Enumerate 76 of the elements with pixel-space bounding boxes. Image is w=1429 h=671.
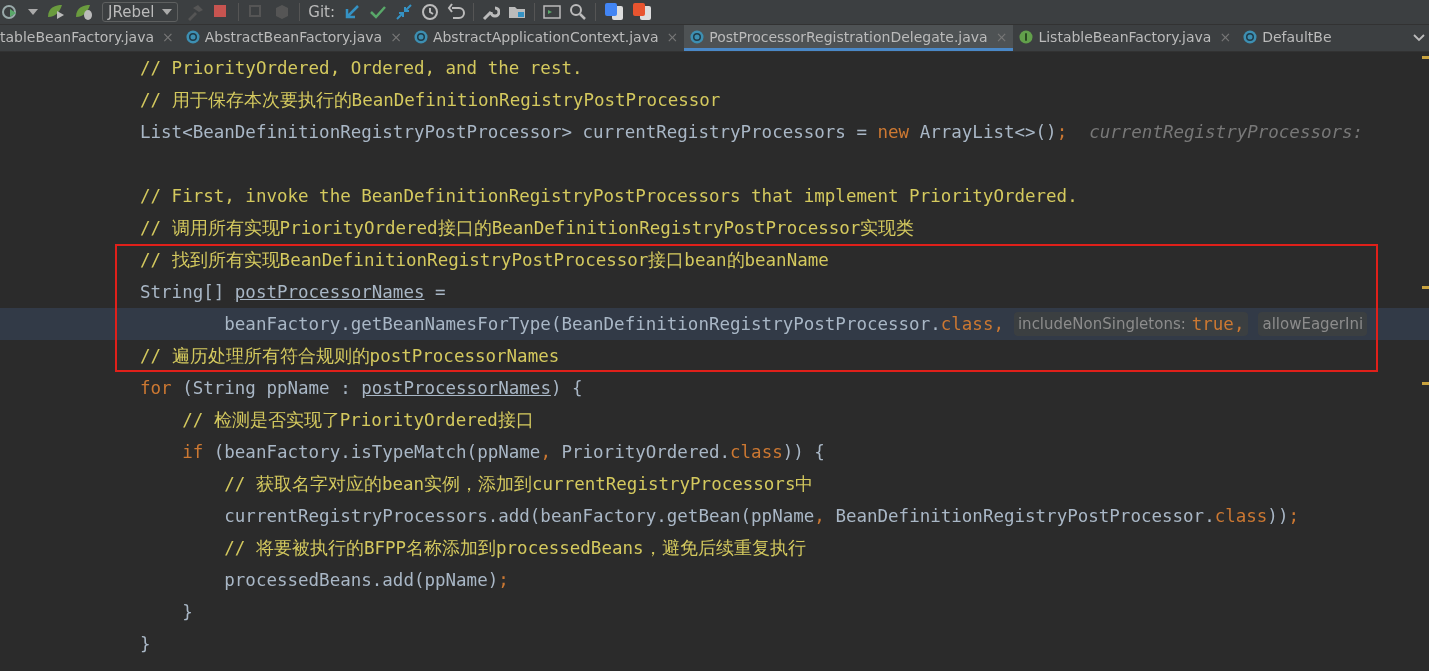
profile-dropdown[interactable]: JRebel xyxy=(102,2,179,22)
translate-icon[interactable] xyxy=(632,2,653,22)
code-keyword: if xyxy=(182,441,204,464)
code-text: beanFactory.getBeanNamesForType(BeanDefinitionRegistryPostProcessor. xyxy=(224,313,941,336)
error-stripe-mark xyxy=(1422,382,1429,385)
editor-tab[interactable]: ListableBeanFactory.java × xyxy=(1013,25,1238,51)
type-hint: currentRegistryProcessors: xyxy=(1089,121,1364,144)
update-arrow-icon[interactable] xyxy=(343,3,362,21)
code-keyword: , xyxy=(540,441,551,464)
tab-label: DefaultBe xyxy=(1262,28,1332,45)
editor-tab[interactable]: AbstractBeanFactory.java × xyxy=(179,25,408,51)
code-text: } xyxy=(182,601,193,624)
code-text: processedBeans.add(ppName) xyxy=(224,569,499,592)
code-keyword: for xyxy=(140,377,172,400)
code-keyword: , xyxy=(814,505,825,528)
editor-tab[interactable]: AbstractApplicationContext.java × xyxy=(407,25,685,51)
code-comment: // 用于保存本次要执行的BeanDefinitionRegistryPostProcessor xyxy=(140,89,721,112)
leaf-debug-icon[interactable] xyxy=(74,3,94,21)
search-icon[interactable] xyxy=(569,3,588,21)
code-text: (String ppName : xyxy=(181,377,352,400)
class-icon xyxy=(413,29,428,44)
error-stripe-mark xyxy=(1422,286,1429,289)
code-keyword: class xyxy=(1214,505,1268,528)
git-label: Git: xyxy=(308,3,336,21)
class-icon xyxy=(690,29,705,44)
code-text: )) xyxy=(1267,505,1289,528)
parameter-hint: allowEagerIni xyxy=(1258,312,1368,336)
class-icon xyxy=(1243,29,1258,44)
tab-label: tableBeanFactory.java xyxy=(0,28,155,45)
code-comment: // 获取名字对应的bean实例，添加到currentRegistryProcessors中 xyxy=(224,473,814,496)
code-keyword: ; xyxy=(498,569,509,592)
editor-tab[interactable]: tableBeanFactory.java × xyxy=(0,25,180,51)
tab-label: AbstractApplicationContext.java xyxy=(432,28,659,45)
code-text: PriorityOrdered. xyxy=(560,441,731,464)
code-keyword: ; xyxy=(1056,121,1068,144)
code-text: List<BeanDefinitionRegistryPostProcessor> currentRegistryProcessors = xyxy=(140,121,868,144)
translate-icon[interactable] xyxy=(604,2,625,22)
field-reference: postProcessorNames xyxy=(361,377,551,400)
code-comment: // PriorityOrdered, Ordered, and the rest. xyxy=(140,57,583,80)
tab-label: ListableBeanFactory.java xyxy=(1038,28,1212,45)
code-text: BeanDefinitionRegistryPostProcessor. xyxy=(834,505,1215,528)
code-text: ArrayList<>() xyxy=(918,121,1057,144)
merge-arrows-icon[interactable] xyxy=(395,3,414,21)
caret-icon xyxy=(162,9,173,15)
tab-label: AbstractBeanFactory.java xyxy=(204,28,383,45)
leaf-run-icon[interactable] xyxy=(46,3,66,21)
code-text: = xyxy=(434,281,446,304)
code-comment: // First, invoke the BeanDefinitionRegistryPostProcessors that implement PriorityOrdered. xyxy=(140,185,1078,208)
code-comment: // 调用所有实现PriorityOrdered接口的BeanDefinitionRegistryPostProcessor实现类 xyxy=(140,217,915,240)
tab-label: PostProcessorRegistrationDelegate.java xyxy=(709,28,988,45)
code-comment: // 遍历处理所有符合规则的postProcessorNames xyxy=(140,345,560,368)
clock-icon[interactable] xyxy=(421,3,440,21)
code-keyword: class, xyxy=(940,313,1004,336)
code-text: ) { xyxy=(550,377,583,400)
code-keyword: new xyxy=(877,121,910,144)
error-stripe-mark xyxy=(1422,56,1429,59)
interface-icon xyxy=(1019,29,1034,44)
code-keyword: ; xyxy=(1288,505,1299,528)
code-text: (beanFactory.isTypeMatch(ppName xyxy=(212,441,541,464)
editor-tab[interactable]: PostProcessorRegistrationDelegate.java × xyxy=(684,25,1014,51)
class-icon xyxy=(185,29,200,44)
code-comment: // 检测是否实现了PriorityOrdered接口 xyxy=(182,409,534,432)
code-text: )) { xyxy=(782,441,825,464)
code-text: } xyxy=(140,633,151,656)
dropdown-caret-icon[interactable] xyxy=(28,9,38,15)
field-reference: postProcessorNames xyxy=(234,281,425,304)
terminal-icon[interactable] xyxy=(543,3,562,21)
undo-icon[interactable] xyxy=(447,3,466,21)
chevron-down-icon[interactable] xyxy=(1413,34,1425,42)
code-comment: // 找到所有实现BeanDefinitionRegistryPostProcessor接口bean的beanName xyxy=(140,249,829,272)
parameter-hint: includeNonSingletons: true, xyxy=(1013,312,1249,336)
code-text: currentRegistryProcessors.add(beanFactory.getBean(ppName xyxy=(224,505,815,528)
code-comment: // 将要被执行的BFPP名称添加到processedBeans，避免后续重复执行 xyxy=(224,537,806,560)
editor-tab[interactable]: DefaultBe xyxy=(1237,25,1338,51)
code-text: String[] xyxy=(140,281,226,304)
code-keyword: class xyxy=(730,441,783,464)
